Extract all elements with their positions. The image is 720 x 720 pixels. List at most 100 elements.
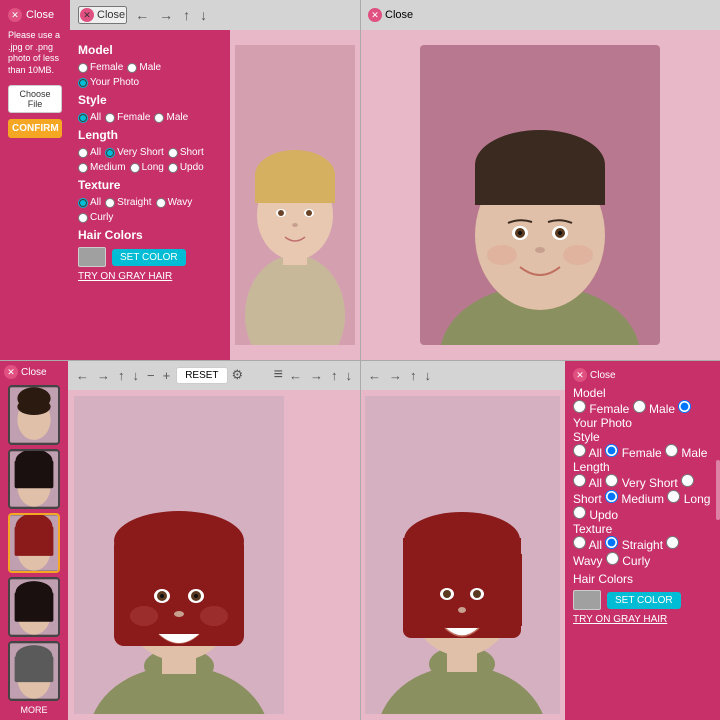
texture-wavy[interactable]: Wavy <box>156 197 193 208</box>
bl-zoom-out[interactable]: − <box>145 368 157 383</box>
try-gray-button[interactable]: TRY ON GRAY HAIR <box>78 271 172 282</box>
style-male-radio[interactable] <box>154 113 164 123</box>
texture-straight-radio[interactable] <box>105 198 115 208</box>
br-style-female[interactable]: Female <box>605 446 661 460</box>
length-medium[interactable]: Medium <box>78 162 126 173</box>
br-length-short-radio[interactable] <box>681 474 694 487</box>
br-texture-all[interactable]: All <box>573 538 602 552</box>
length-short[interactable]: Short <box>168 147 204 158</box>
br-male-radio[interactable] <box>633 400 646 413</box>
bl-zoom-in[interactable]: + <box>161 368 173 383</box>
length-all[interactable]: All <box>78 147 101 158</box>
length-all-radio[interactable] <box>78 148 88 158</box>
set-color-button[interactable]: SET COLOR <box>112 249 186 266</box>
bl-nav-up[interactable]: ↑ <box>116 368 127 383</box>
sidebar-thumb-1[interactable] <box>8 385 60 445</box>
gear-icon[interactable]: ⚙ <box>232 367 244 383</box>
bl-close-button[interactable]: ✕ Close <box>4 365 47 379</box>
model-male[interactable]: Male <box>127 62 161 73</box>
choose-file-button[interactable]: Choose File <box>8 85 62 113</box>
br-texture-wavy-radio[interactable] <box>666 536 679 549</box>
nav-down-arrow[interactable]: ↓ <box>198 7 209 23</box>
br-style-all-radio[interactable] <box>573 444 586 457</box>
br-length-all[interactable]: All <box>573 476 602 490</box>
model-yourphoto-radio[interactable] <box>78 78 88 88</box>
br-length-long[interactable]: Long <box>667 492 710 506</box>
br-length-updo[interactable]: Updo <box>573 508 618 522</box>
br-set-color-button[interactable]: SET COLOR <box>607 592 681 609</box>
br-style-all[interactable]: All <box>573 446 602 460</box>
br-model-male[interactable]: Male <box>633 402 675 416</box>
upload-close-button[interactable]: ✕ Close <box>8 8 54 22</box>
br-length-all-radio[interactable] <box>573 474 586 487</box>
bl-nav-down-2[interactable]: ↓ <box>344 368 355 383</box>
texture-all-radio[interactable] <box>78 198 88 208</box>
texture-wavy-radio[interactable] <box>156 198 166 208</box>
length-updo[interactable]: Updo <box>168 162 204 173</box>
bl-nav-up-2[interactable]: ↑ <box>329 368 340 383</box>
menu-icon[interactable]: ≡ <box>274 366 283 384</box>
bl-nav-right-2[interactable]: → <box>308 368 325 383</box>
br-style-male-radio[interactable] <box>665 444 678 457</box>
texture-curly-radio[interactable] <box>78 213 88 223</box>
br-try-gray-button[interactable]: TRY ON GRAY HAIR <box>573 614 667 625</box>
bl-nav-right[interactable]: → <box>95 368 112 383</box>
sidebar-thumb-5[interactable] <box>8 641 60 701</box>
color-swatch[interactable] <box>78 247 106 267</box>
model-female[interactable]: Female <box>78 62 123 73</box>
length-vshort-radio[interactable] <box>105 148 115 158</box>
more-button[interactable]: MORE <box>21 705 48 715</box>
br-texture-straight-radio[interactable] <box>605 536 618 549</box>
br-model-female[interactable]: Female <box>573 402 629 416</box>
length-short-radio[interactable] <box>168 148 178 158</box>
texture-straight[interactable]: Straight <box>105 197 151 208</box>
nav-right-arrow[interactable]: → <box>157 7 175 23</box>
texture-curly[interactable]: Curly <box>78 212 113 223</box>
length-vshort[interactable]: Very Short <box>105 147 164 158</box>
br-texture-straight[interactable]: Straight <box>605 538 663 552</box>
br-texture-all-radio[interactable] <box>573 536 586 549</box>
sidebar-thumb-2[interactable] <box>8 449 60 509</box>
style-all[interactable]: All <box>78 112 101 123</box>
style-female[interactable]: Female <box>105 112 150 123</box>
model-female-radio[interactable] <box>78 63 88 73</box>
br-yourphoto-radio[interactable] <box>678 400 691 413</box>
br-nav-left[interactable]: ← <box>366 368 383 383</box>
br-length-vshort-radio[interactable] <box>605 474 618 487</box>
br-length-vshort[interactable]: Very Short <box>605 476 677 490</box>
tl-close-button[interactable]: ✕ Close <box>78 6 127 24</box>
br-nav-up[interactable]: ↑ <box>408 368 419 383</box>
confirm-button[interactable]: CONFIRM <box>8 119 62 138</box>
nav-left-arrow[interactable]: ← <box>133 7 151 23</box>
model-male-radio[interactable] <box>127 63 137 73</box>
br-nav-down[interactable]: ↓ <box>423 368 434 383</box>
style-male[interactable]: Male <box>154 112 188 123</box>
texture-all[interactable]: All <box>78 197 101 208</box>
br-texture-curly-radio[interactable] <box>606 552 619 565</box>
bl-nav-left-2[interactable]: ← <box>287 368 304 383</box>
length-updo-radio[interactable] <box>168 163 178 173</box>
br-length-medium-radio[interactable] <box>605 490 618 503</box>
length-long-radio[interactable] <box>130 163 140 173</box>
br-female-radio[interactable] <box>573 400 586 413</box>
style-female-radio[interactable] <box>105 113 115 123</box>
sidebar-thumb-3[interactable] <box>8 513 60 573</box>
tr-close-button[interactable]: ✕ Close <box>368 8 413 22</box>
br-color-swatch[interactable] <box>573 590 601 610</box>
br-style-female-radio[interactable] <box>605 444 618 457</box>
style-all-radio[interactable] <box>78 113 88 123</box>
br-texture-curly[interactable]: Curly <box>606 554 650 568</box>
br-length-updo-radio[interactable] <box>573 506 586 519</box>
bl-nav-down[interactable]: ↓ <box>131 368 142 383</box>
model-your-photo[interactable]: Your Photo <box>78 77 139 88</box>
sidebar-thumb-4[interactable] <box>8 577 60 637</box>
br-nav-right[interactable]: → <box>387 368 404 383</box>
br-close-button[interactable]: ✕ Close <box>573 368 712 382</box>
length-long[interactable]: Long <box>130 162 164 173</box>
bl-reset-button[interactable]: RESET <box>176 367 227 384</box>
nav-up-arrow[interactable]: ↑ <box>181 7 192 23</box>
br-style-male[interactable]: Male <box>665 446 707 460</box>
br-length-medium[interactable]: Medium <box>605 492 664 506</box>
bl-nav-left[interactable]: ← <box>74 368 91 383</box>
br-length-long-radio[interactable] <box>667 490 680 503</box>
